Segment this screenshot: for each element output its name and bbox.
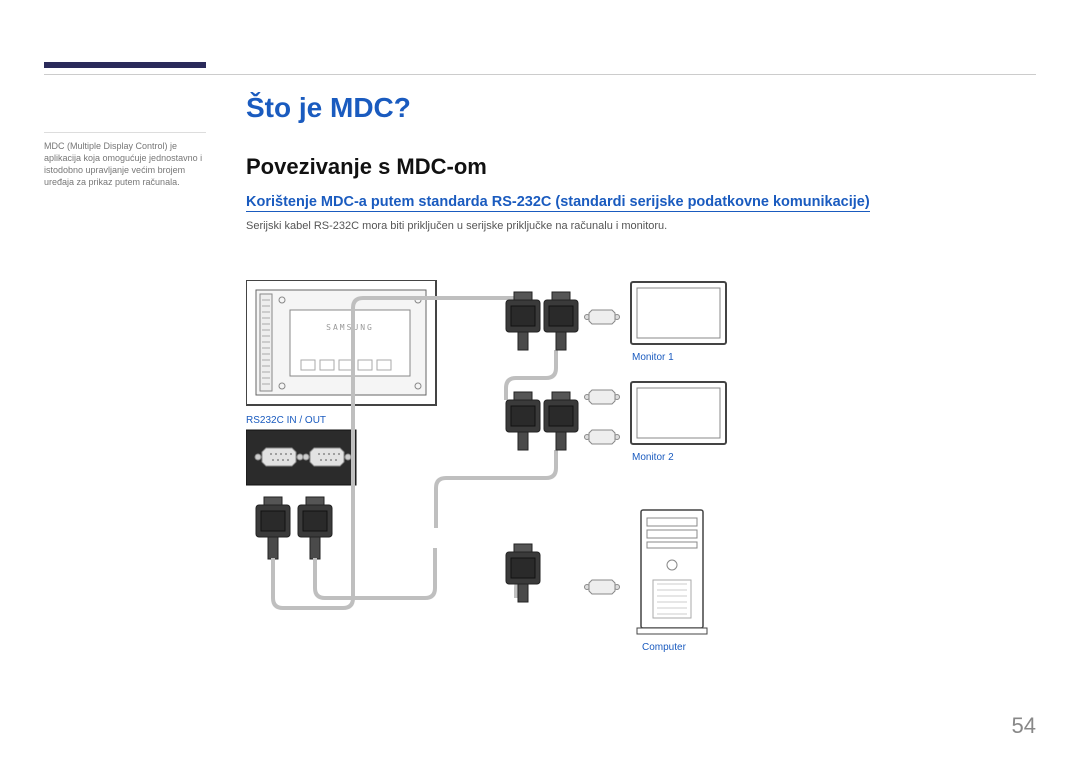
- monitor1-label: Monitor 1: [632, 352, 674, 363]
- computer-label: Computer: [642, 642, 686, 653]
- rs232c-port-panel-icon: [246, 430, 356, 485]
- connection-diagram: SAMSUNG: [246, 280, 806, 700]
- cable-connector-pair-icon: [256, 497, 332, 559]
- sidebar-separator: [44, 132, 206, 133]
- page-number: 54: [1012, 713, 1036, 739]
- header-rule: [44, 74, 1036, 75]
- sidebar-note: MDC (Multiple Display Control) je aplika…: [44, 140, 206, 189]
- monitor2-connectors-icon: [506, 382, 726, 450]
- body-text: Serijski kabel RS-232C mora biti priklju…: [246, 220, 1036, 232]
- monitor2-label: Monitor 2: [632, 452, 674, 463]
- monitor1-connectors-icon: [506, 282, 726, 350]
- main-content: Što je MDC? Povezivanje s MDC-om Korište…: [246, 92, 1036, 250]
- page: MDC (Multiple Display Control) je aplika…: [0, 0, 1080, 763]
- diagram-svg: SAMSUNG: [246, 280, 806, 700]
- port-panel-label: RS232C IN / OUT: [246, 415, 326, 426]
- brand-text: SAMSUNG: [326, 323, 374, 332]
- page-title: Što je MDC?: [246, 92, 1036, 124]
- header-accent-bar: [44, 62, 206, 68]
- subsection-title-text: Korištenje MDC-a putem standarda RS-232C…: [246, 194, 870, 212]
- subsection-title: Korištenje MDC-a putem standarda RS-232C…: [246, 194, 1036, 210]
- section-title: Povezivanje s MDC-om: [246, 154, 1036, 180]
- computer-connector-icon: [506, 510, 707, 634]
